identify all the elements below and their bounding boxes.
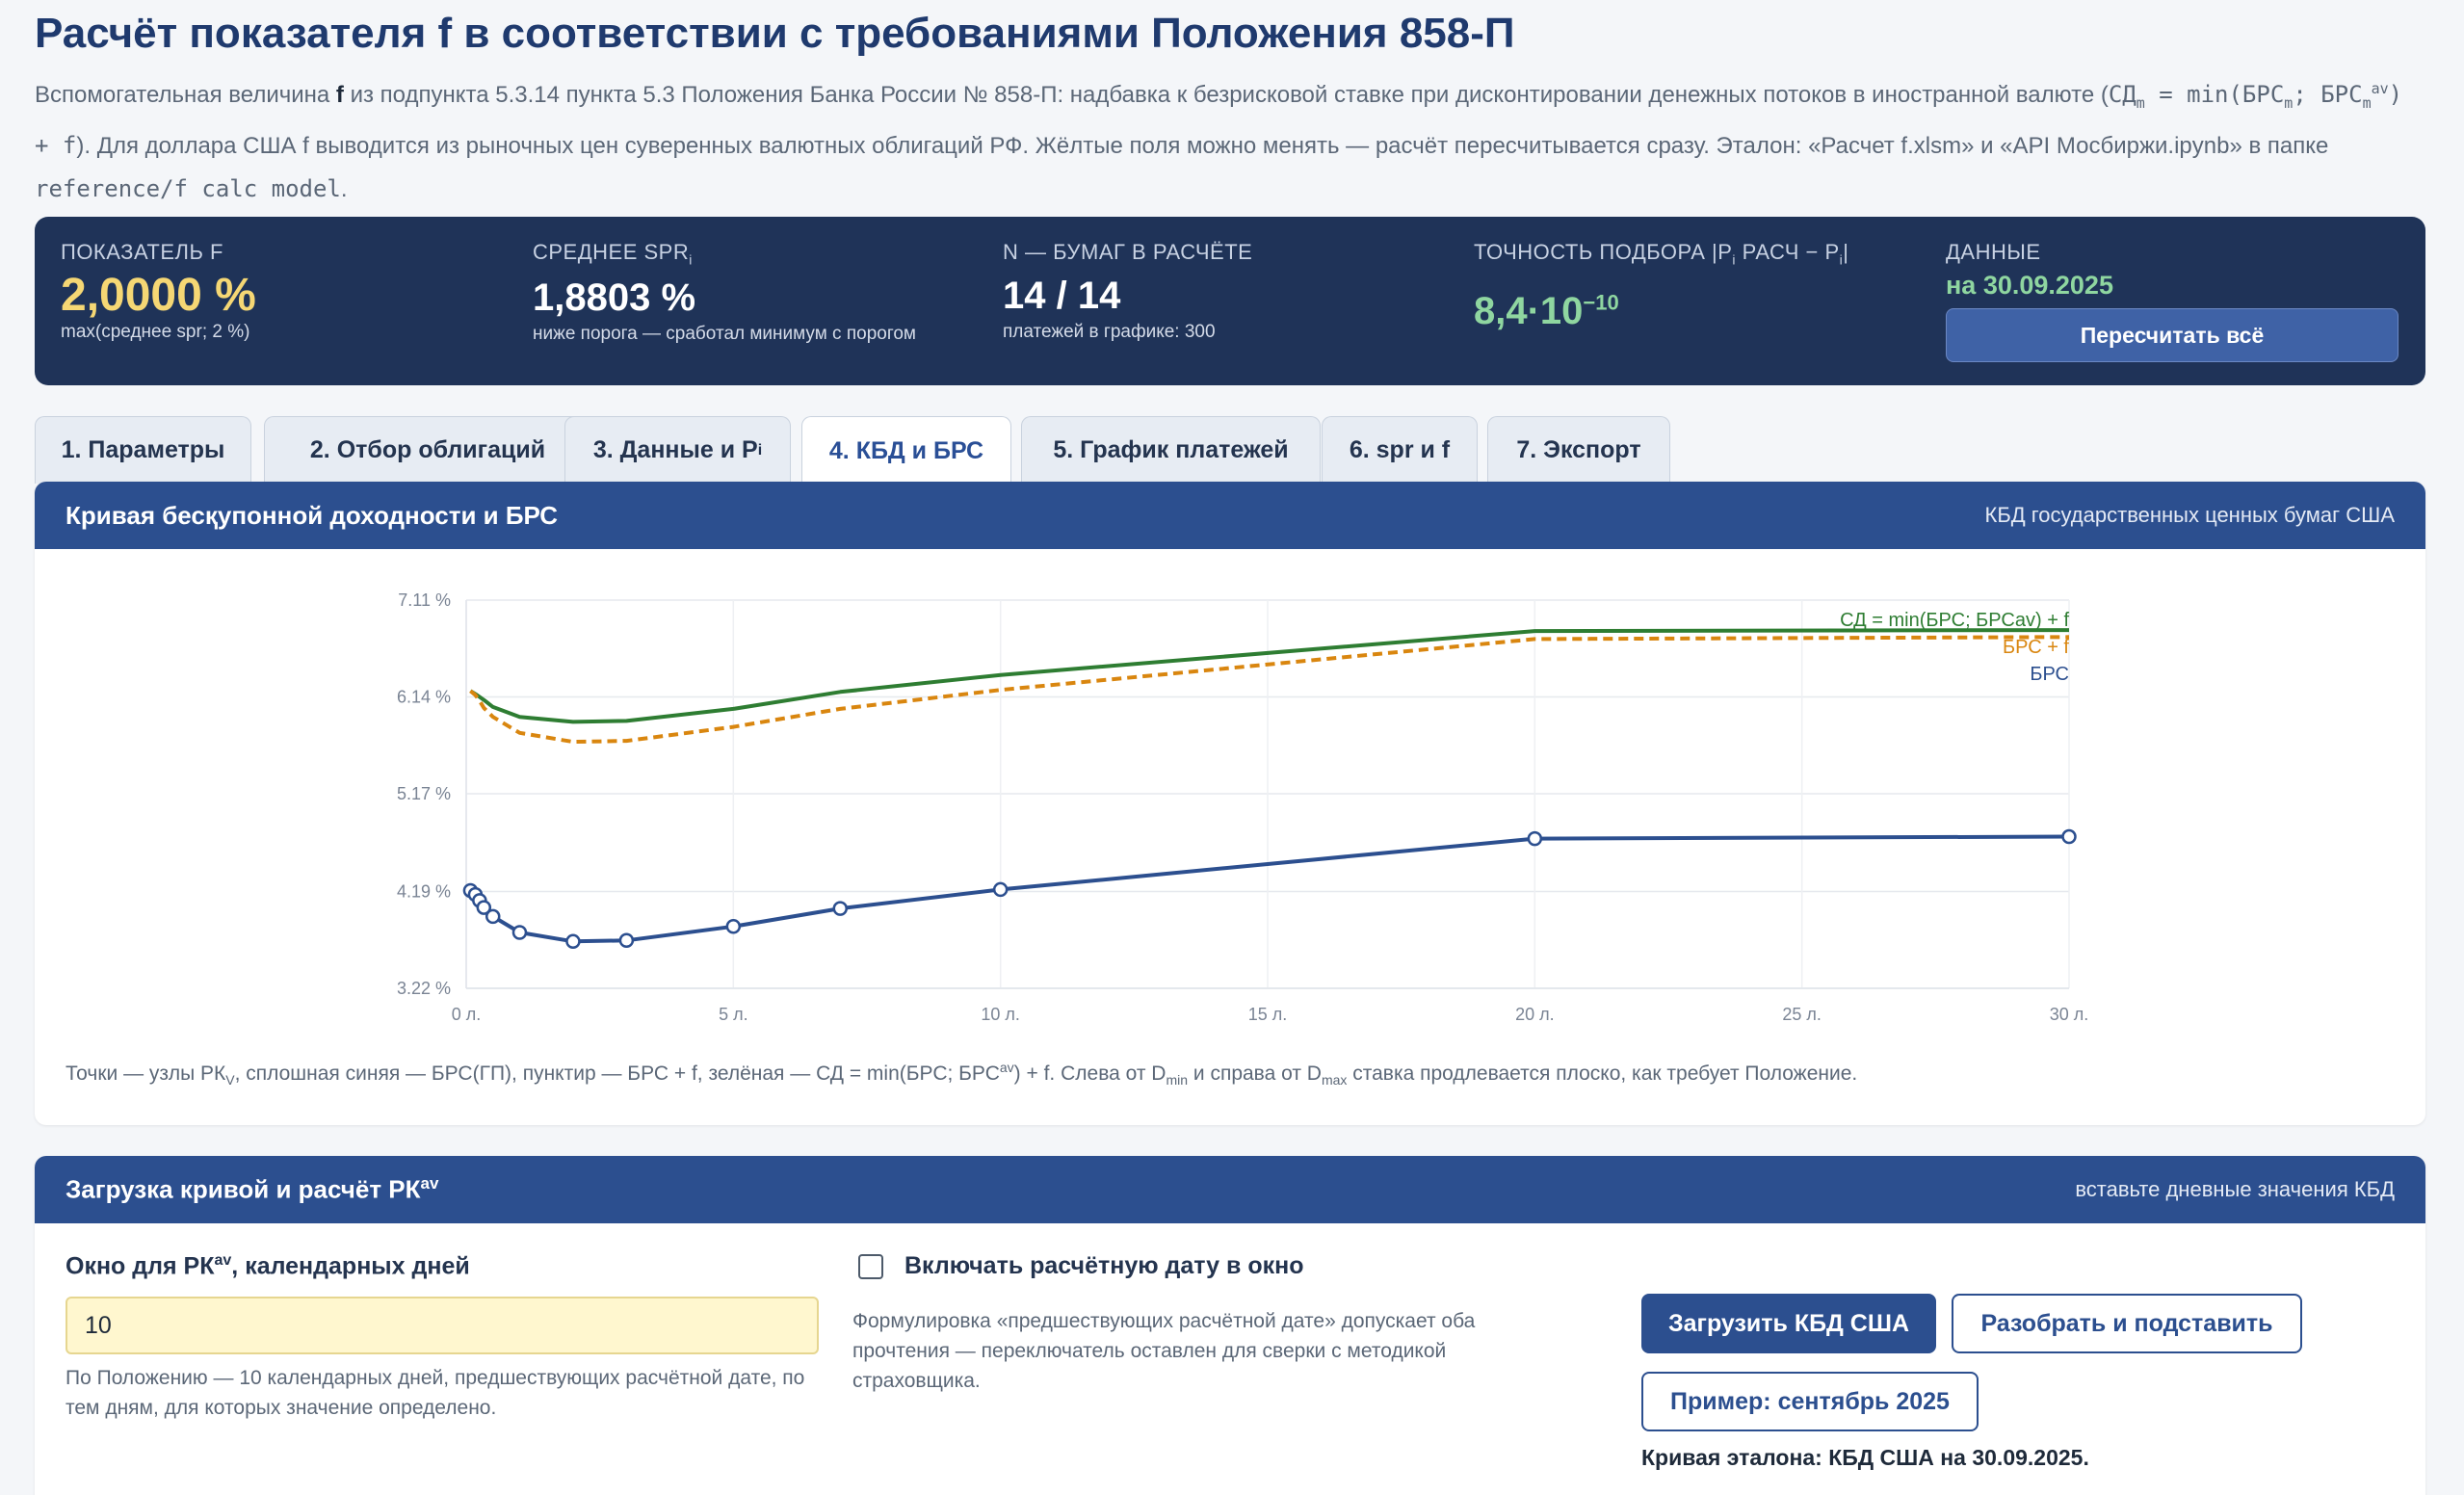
data-point <box>485 908 501 925</box>
include-date-label[interactable]: Включать расчётную дату в окно <box>904 1252 1303 1280</box>
load-kbd-button[interactable]: Загрузить КБД США <box>1641 1294 1936 1353</box>
summary-panel: ПОКАЗАТЕЛЬ F 2,0000 % max(среднее spr; 2… <box>35 217 2425 385</box>
f-value: 2,0000 % <box>61 270 256 321</box>
y-tick-label: 5.17 % <box>397 784 451 803</box>
chart-area: 3.22 % 4.19 % 5.17 % 6.14 % 7.11 % 0 л. 5 л. 10… <box>35 549 2425 1069</box>
load-card-header: Загрузка кривой и расчёт РКav вставьте д… <box>35 1156 2425 1223</box>
data-point <box>832 901 849 916</box>
window-days-input[interactable] <box>66 1297 819 1354</box>
yield-curve-chart: 3.22 % 4.19 % 5.17 % 6.14 % 7.11 % 0 л. 5 л. 10… <box>397 590 2089 1024</box>
intro-text: Вспомогательная величина f из подпункта … <box>35 80 2403 202</box>
reference-path: reference/f calc model <box>35 174 341 202</box>
data-point <box>992 881 1009 898</box>
chart-caption: Точки — узлы РКV, сплошная синяя — БРС(Г… <box>66 1060 1858 1088</box>
x-tick-label: 30 л. <box>2050 1005 2089 1024</box>
metric-n: N — БУМАГ В РАСЧЁТЕ 14 / 14 платежей в г… <box>1003 240 1253 342</box>
metric-accuracy: ТОЧНОСТЬ ПОДБОРА |Pi РАСЧ − Pi| 8,4·10−1… <box>1474 240 1849 333</box>
n-value: 14 / 14 <box>1003 275 1121 317</box>
load-card: Загрузка кривой и расчёт РКav вставьте д… <box>35 1156 2425 1495</box>
data-point <box>725 919 742 934</box>
data-date-value: на 30.09.2025 <box>1946 271 2113 300</box>
metric-f: ПОКАЗАТЕЛЬ F 2,0000 % max(среднее spr; 2… <box>61 240 256 342</box>
legend-entry: СД = min(БРС; БРСav) + f <box>1840 610 2069 631</box>
curve-card-subtitle: КБД государственных ценных бумаг США <box>1984 503 2396 527</box>
x-tick-label: 20 л. <box>1515 1005 1555 1024</box>
x-tick-label: 15 л. <box>1248 1005 1288 1024</box>
x-tick-label: 5 л. <box>719 1005 748 1024</box>
y-tick-label: 4.19 % <box>397 882 451 902</box>
tab-params[interactable]: 1. Параметры <box>35 416 251 484</box>
legend-entry: БРС <box>2030 664 2069 685</box>
curve-card-title: Кривая бесқупонной доходности и БРС <box>66 500 559 530</box>
curve-card-header: Кривая бесқупонной доходности и БРС КБД … <box>35 482 2425 549</box>
tab-export[interactable]: 7. Экспорт <box>1487 416 1670 484</box>
accuracy-value: 8,4·10−10 <box>1474 290 1619 333</box>
include-date-hint: Формулировка «предшествующих расчётной д… <box>852 1310 1476 1392</box>
metric-data-date: ДАННЫЕ на 30.09.2025 <box>1946 240 2113 300</box>
spr-value: 1,8803 % <box>533 276 696 320</box>
series-line-2 <box>469 834 2070 944</box>
x-tick-label: 0 л. <box>452 1005 482 1024</box>
data-point <box>565 933 581 950</box>
y-tick-label: 3.22 % <box>397 979 451 998</box>
x-tick-label: 10 л. <box>981 1005 1020 1024</box>
x-tick-label: 25 л. <box>1782 1005 1822 1024</box>
window-hint: По Положению — 10 календарных дней, пред… <box>66 1367 805 1419</box>
tab-payment-schedule[interactable]: 5. График платежей <box>1021 416 1321 484</box>
series-line-0 <box>469 628 2070 724</box>
load-card-title: Загрузка кривой и расчёт РКav <box>66 1174 439 1204</box>
curve-card: Кривая бесқупонной доходности и БРС КБД … <box>35 482 2425 1125</box>
y-tick-label: 7.11 % <box>398 590 451 610</box>
metric-spr: СРЕДНЕЕ SPRi 1,8803 % ниже порога — сраб… <box>533 240 916 345</box>
tab-bond-selection[interactable]: 2. Отбор облигаций <box>264 416 591 484</box>
tab-spr-f[interactable]: 6. spr и f <box>1322 416 1478 484</box>
page-title: Расчёт показателя f в соответствии с тре… <box>35 10 1515 57</box>
window-label: Окно для РКav, календарных дней <box>66 1252 470 1280</box>
include-date-row: Включать расчётную дату в окно <box>858 1252 1303 1280</box>
data-point <box>618 932 635 949</box>
data-point <box>1527 830 1543 847</box>
reference-curve-note: Кривая эталона: КБД США на 30.09.2025. <box>1641 1445 2089 1470</box>
include-date-checkbox[interactable] <box>858 1253 883 1279</box>
example-sep-2025-button[interactable]: Пример: сентябрь 2025 <box>1641 1372 1979 1431</box>
parse-apply-button[interactable]: Разобрать и подставить <box>1952 1294 2302 1353</box>
data-point <box>2061 828 2077 845</box>
data-point <box>511 925 528 940</box>
tab-data[interactable]: 3. Данные и Pi <box>564 416 791 484</box>
recalc-all-button[interactable]: Пересчитать всё <box>1946 308 2398 362</box>
tab-kbd-brs[interactable]: 4. КБД и БРС <box>801 416 1011 485</box>
load-card-subtitle: вставьте дневные значения КБД <box>2075 1177 2395 1201</box>
legend-entry: БРС + f <box>2003 637 2069 658</box>
y-tick-label: 6.14 % <box>397 687 451 706</box>
